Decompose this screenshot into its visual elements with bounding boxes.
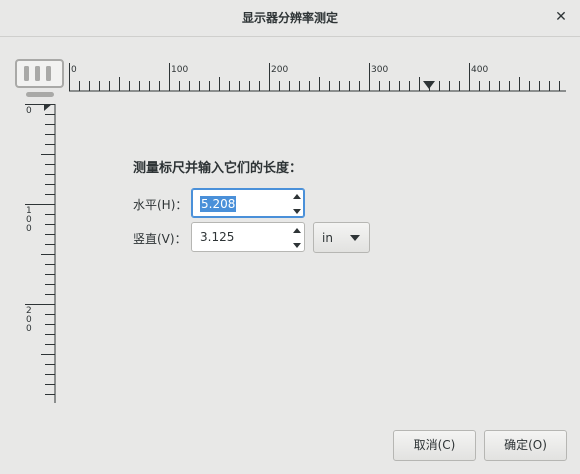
ruler-label: 400 <box>471 65 488 75</box>
ruler-label: 200 <box>271 65 288 75</box>
vertical-label: 竖直(V)： <box>133 232 187 246</box>
ok-button[interactable]: 确定(O) <box>484 430 567 461</box>
increment-icon[interactable] <box>292 192 302 202</box>
ruler-marker-icon <box>423 81 435 89</box>
vertical-spinbutton[interactable]: 3.125 <box>191 222 305 252</box>
ruler-label: 200 <box>26 306 32 334</box>
ruler-label: 0 <box>71 65 77 75</box>
cancel-button[interactable]: 取消(C) <box>393 430 476 461</box>
unit-dropdown[interactable]: in <box>313 222 370 253</box>
horizontal-spinbutton[interactable]: 5.208 <box>191 188 305 218</box>
ruler-label: 100 <box>26 206 32 234</box>
horizontal-value[interactable]: 5.208 <box>200 196 237 212</box>
dialog-window: 显示器分辨率测定 ✕ 0 100 200 300 400 0 1 0 0 2 0 0 测量标尺并输入它… <box>0 0 580 474</box>
instruction-text: 测量标尺并输入它们的长度： <box>133 161 303 176</box>
ruler-label: 100 <box>171 65 188 75</box>
increment-icon[interactable] <box>292 226 302 236</box>
decrement-icon[interactable] <box>292 240 302 250</box>
chevron-down-icon <box>350 235 360 241</box>
horizontal-label: 水平(H)： <box>133 198 188 212</box>
ruler-corner-icon <box>44 104 52 111</box>
ruler-label: 0 <box>26 106 32 116</box>
ruler-label: 300 <box>371 65 388 75</box>
unit-value: in <box>322 231 333 245</box>
vertical-value[interactable]: 3.125 <box>200 230 234 244</box>
decrement-icon[interactable] <box>292 206 302 216</box>
